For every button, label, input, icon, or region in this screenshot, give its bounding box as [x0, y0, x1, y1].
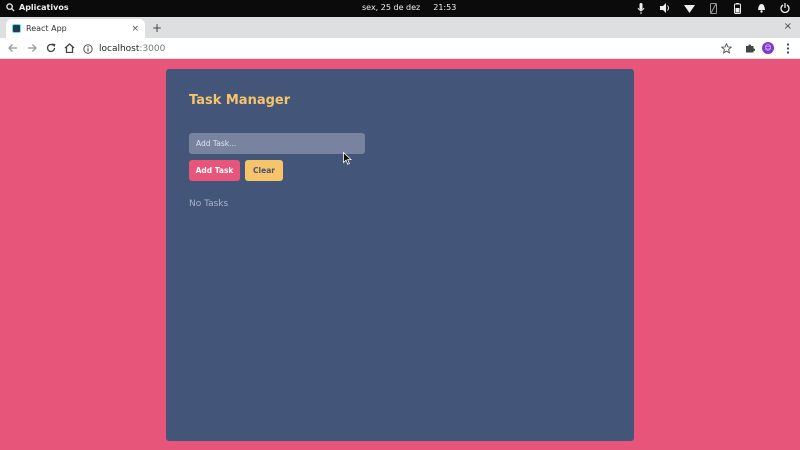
menu-kebab-icon[interactable]: [781, 41, 795, 55]
window-close-button[interactable]: ×: [784, 21, 792, 32]
browser-toolbar: localhost:3000 ☺: [0, 38, 800, 59]
site-info-icon[interactable]: [82, 43, 94, 55]
add-task-input[interactable]: [189, 133, 365, 154]
back-arrow-icon[interactable]: [6, 41, 20, 55]
address-bar[interactable]: localhost:3000: [82, 40, 742, 57]
url-host: localhost: [99, 43, 140, 54]
new-tab-button[interactable]: +: [152, 21, 162, 35]
clock-time: 21:53: [433, 3, 457, 12]
battery-icon[interactable]: [730, 2, 744, 14]
power-icon[interactable]: [778, 2, 792, 14]
mouse-cursor-icon: [343, 152, 352, 165]
search-icon: [6, 3, 15, 12]
volume-icon[interactable]: [658, 2, 672, 14]
extensions-puzzle-icon[interactable]: [743, 41, 757, 55]
microphone-icon[interactable]: [634, 2, 648, 14]
tab-react-app[interactable]: React App ×: [6, 19, 145, 38]
notification-icon[interactable]: [754, 2, 768, 14]
tab-title: React App: [26, 24, 67, 33]
tab-strip: React App × + ×: [0, 17, 800, 38]
activities-button[interactable]: Aplicativos: [6, 3, 69, 12]
clock-date: sex, 25 de dez: [362, 3, 421, 12]
system-top-bar: Aplicativos sex, 25 de dez 21:53: [0, 0, 800, 17]
url-port: :3000: [139, 43, 166, 54]
forward-arrow-icon[interactable]: [25, 41, 39, 55]
empty-tasks-message: No Tasks: [189, 199, 229, 209]
bookmark-star-icon[interactable]: [719, 41, 733, 55]
page-title: Task Manager: [189, 93, 291, 108]
clear-button[interactable]: Clear: [245, 160, 283, 181]
clock[interactable]: sex, 25 de dez 21:53: [362, 3, 456, 12]
home-icon[interactable]: [62, 41, 76, 55]
react-favicon-icon: [12, 24, 21, 33]
tab-close-icon[interactable]: ×: [131, 24, 139, 34]
add-task-button[interactable]: Add Task: [189, 160, 240, 181]
task-manager-card: Task Manager Add Task Clear No Tasks: [166, 69, 634, 441]
wifi-icon[interactable]: [682, 2, 696, 14]
system-tray[interactable]: [634, 2, 792, 14]
reload-icon[interactable]: [44, 41, 58, 55]
profile-avatar[interactable]: ☺: [761, 41, 775, 55]
activities-label: Aplicativos: [19, 3, 69, 12]
phone-icon[interactable]: [706, 2, 720, 14]
